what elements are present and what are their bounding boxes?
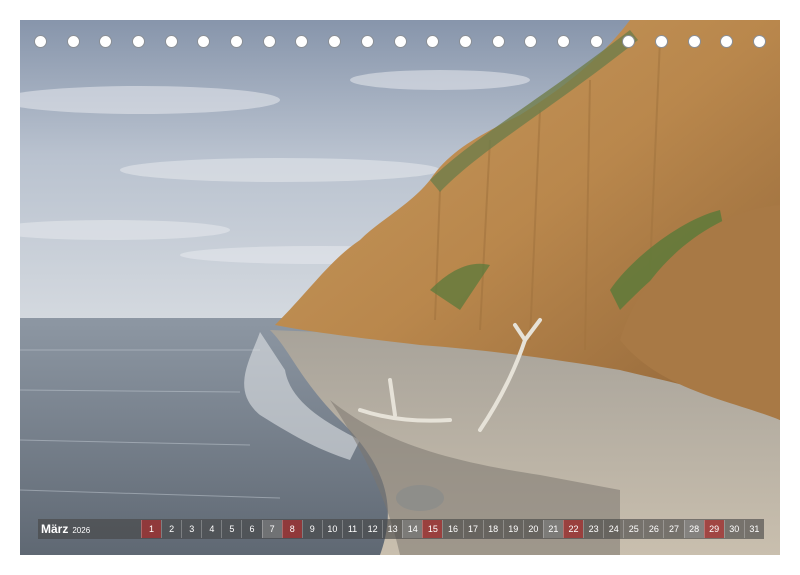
- day-cell: 29: [703, 520, 724, 538]
- day-cell: 25: [623, 520, 643, 538]
- day-cell: 10: [321, 520, 342, 538]
- day-cell: 6: [241, 520, 261, 538]
- day-cell: 16: [442, 520, 462, 538]
- day-cell: 2: [161, 520, 181, 538]
- day-cell: 12: [362, 520, 382, 538]
- day-cell: 7: [261, 520, 282, 538]
- day-cell: 13: [382, 520, 402, 538]
- day-cell: 14: [402, 520, 423, 538]
- day-cell: 22: [562, 520, 584, 538]
- day-cell: 27: [663, 520, 683, 538]
- day-cell: 21: [542, 520, 563, 538]
- day-cell: 18: [482, 520, 503, 538]
- day-cells: 1 2 3 4 5 6 7 8 9 10 11 12 13 14 15 16 17 18 19 20 21 22 23 24 2…: [141, 520, 764, 538]
- day-cell: 23: [583, 520, 603, 538]
- day-cell: 1: [141, 520, 162, 538]
- calendar-strip: März 2026 1 2 3 4 5 6 7 8 9 10 11 12 13 14 15 16 17 18 19 2…: [38, 519, 764, 539]
- day-cell: 9: [301, 520, 322, 538]
- cliff-coast-photo: [20, 20, 780, 555]
- day-cell: 4: [201, 520, 221, 538]
- day-cell: 3: [181, 520, 201, 538]
- day-cell: 8: [281, 520, 302, 538]
- day-cell: 5: [221, 520, 241, 538]
- day-cell: 26: [643, 520, 663, 538]
- year-label: 2026: [72, 526, 91, 535]
- day-cell: 17: [462, 520, 483, 538]
- stone: [396, 485, 444, 511]
- month-name: März: [41, 522, 69, 536]
- day-cell: 19: [502, 520, 523, 538]
- day-cell: 24: [603, 520, 623, 538]
- day-cell: 20: [522, 520, 543, 538]
- calendar-page: März 2026 1 2 3 4 5 6 7 8 9 10 11 12 13 14 15 16 17 18 19 2…: [0, 0, 800, 575]
- day-cell: 31: [743, 520, 764, 538]
- month-label: März 2026: [38, 522, 141, 536]
- day-cell: 15: [422, 520, 443, 538]
- day-cell: 28: [683, 520, 704, 538]
- day-cell: 11: [341, 520, 362, 538]
- day-cell: 30: [723, 520, 744, 538]
